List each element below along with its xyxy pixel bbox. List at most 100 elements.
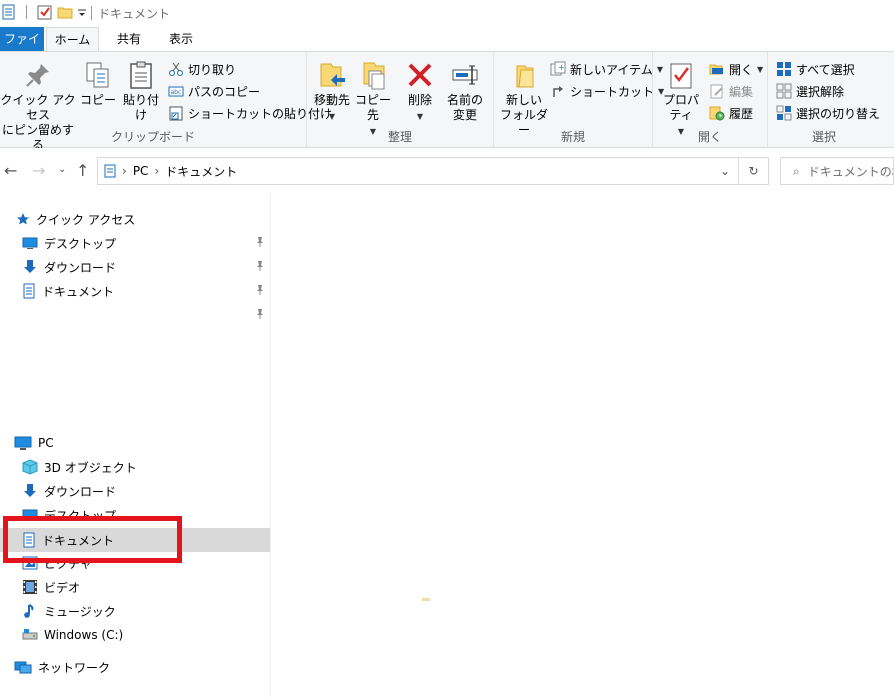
move-to-button[interactable]: 移動先 ▼: [312, 60, 352, 124]
move-to-dropdown-icon: ▼: [328, 112, 336, 121]
tab-file[interactable]: ファイル: [0, 27, 44, 71]
select-all-button[interactable]: すべて選択: [776, 59, 855, 79]
forward-arrow-icon[interactable]: →: [32, 161, 45, 180]
stray-mark: [422, 598, 430, 601]
nav-pc-label: PC: [38, 436, 54, 450]
new-folder-icon[interactable]: [57, 4, 73, 20]
select-group-label: 選択: [811, 130, 836, 144]
navigation-pane: クイック アクセス デスクトップ ダウンロード ドキュメント PC 3D オブジ…: [0, 194, 271, 697]
nav-quick-downloads[interactable]: ダウンロード: [0, 255, 270, 279]
document-app-icon: [2, 4, 15, 20]
nav-quick-documents[interactable]: ドキュメント: [0, 279, 270, 303]
history-icon: [709, 106, 725, 121]
breadcrumb-separator-icon: ›: [122, 164, 127, 178]
copy-path-button[interactable]: abc パスのコピー: [168, 81, 260, 101]
nav-network[interactable]: ネットワーク: [0, 655, 270, 679]
highlight-annotation: [3, 516, 182, 563]
invert-selection-button[interactable]: 選択の切り替え: [776, 103, 880, 123]
move-to-icon: [320, 63, 345, 87]
pin-icon: [26, 64, 49, 87]
refresh-button[interactable]: ↻: [739, 157, 769, 185]
rename-button[interactable]: 名前の 変更: [443, 60, 487, 123]
up-arrow-icon[interactable]: ↑: [76, 161, 89, 180]
nav-pc-3d-objects[interactable]: 3D オブジェクト: [0, 455, 270, 479]
qat-dropdown-icon[interactable]: [77, 4, 87, 20]
shortcut-button[interactable]: ショートカット ▼: [550, 81, 664, 101]
document-icon: [23, 283, 35, 299]
history-button[interactable]: 履歴: [709, 103, 753, 123]
properties-label: プロパティ: [662, 93, 699, 122]
cut-button[interactable]: 切り取り: [168, 59, 236, 79]
pin-icon[interactable]: [255, 308, 265, 320]
pin-icon[interactable]: [255, 260, 265, 272]
organize-group: 移動先 ▼ コピー先 ▼ 削除 ▼ 名前の 変更 整理: [307, 52, 494, 148]
breadcrumb-documents[interactable]: ドキュメント: [165, 163, 237, 180]
open-label: 開く: [729, 62, 754, 77]
pin-icon[interactable]: [255, 284, 265, 296]
breadcrumb-pc[interactable]: PC: [133, 164, 149, 178]
open-group: プロパティ ▼ 開く ▼ 編集 履歴 開く: [653, 52, 768, 148]
new-group: 新しい フォルダー + 新しいアイテム ▼ ショートカット ▼ 新規: [494, 52, 664, 148]
copy-to-icon: [363, 62, 385, 90]
tab-share[interactable]: 共有: [107, 27, 151, 52]
nav-pc-videos[interactable]: ビデオ: [0, 575, 270, 599]
clipboard-group-label: クリップボード: [110, 130, 195, 144]
properties-check-icon[interactable]: [37, 4, 53, 20]
tab-view[interactable]: 表示: [159, 27, 203, 52]
music-note-icon: [24, 604, 34, 618]
nav-quick-desktop[interactable]: デスクトップ: [0, 231, 270, 255]
open-button[interactable]: 開く ▼: [709, 59, 763, 79]
nav-quick-desktop-label: デスクトップ: [44, 236, 117, 251]
nav-pc-downloads[interactable]: ダウンロード: [0, 479, 270, 503]
star-icon: [17, 213, 29, 225]
paste-icon: [130, 61, 152, 89]
invert-selection-label: 選択の切り替え: [796, 106, 881, 121]
edit-button[interactable]: 編集: [709, 81, 753, 101]
nav-quick-downloads-label: ダウンロード: [44, 260, 117, 275]
new-item-button[interactable]: + 新しいアイテム ▼: [550, 59, 663, 79]
select-all-label: すべて選択: [796, 62, 855, 77]
refresh-icon: ↻: [748, 164, 759, 178]
new-folder-button[interactable]: 新しい フォルダー: [498, 60, 550, 138]
nav-quick-access-label: クイック アクセス: [36, 212, 136, 227]
open-folder-icon: [709, 64, 723, 75]
paste-label: 貼り付け: [122, 93, 159, 122]
copy-button[interactable]: コピー: [80, 60, 116, 108]
tab-home[interactable]: ホーム: [46, 27, 99, 52]
nav-quick-blank[interactable]: [0, 303, 270, 327]
edit-label: 編集: [729, 84, 754, 99]
properties-icon: [670, 63, 692, 89]
search-input[interactable]: ⌕ ドキュメントの検: [780, 157, 894, 185]
back-arrow-icon[interactable]: ←: [4, 161, 17, 180]
address-bar[interactable]: › PC › ドキュメント ⌄: [97, 157, 739, 185]
delete-button[interactable]: 削除 ▼: [405, 60, 435, 124]
recent-locations-chevron-icon[interactable]: ⌄: [58, 164, 66, 175]
open-group-label: 開く: [697, 130, 722, 144]
copy-path-label: パスのコピー: [188, 84, 261, 99]
address-dropdown-icon[interactable]: ⌄: [720, 164, 730, 178]
select-none-button[interactable]: 選択解除: [776, 81, 844, 101]
pin-icon[interactable]: [255, 236, 265, 248]
select-all-icon: [777, 62, 791, 76]
nav-pc-windows-drive[interactable]: Windows (C:): [0, 623, 270, 647]
nav-pc[interactable]: PC: [0, 431, 270, 455]
nav-pc-3d-objects-label: 3D オブジェクト: [44, 460, 137, 475]
quick-access-toolbar: [2, 4, 87, 20]
rename-label: 名前の 変更: [446, 93, 483, 122]
paste-button[interactable]: 貼り付け: [119, 60, 163, 123]
folder-icon: [516, 65, 534, 88]
file-list-area[interactable]: [272, 194, 894, 697]
clipboard-group: クイック アクセス にピン留めする コピー 貼り付け 切り取り abc パスのコ…: [0, 52, 332, 152]
video-film-icon: [23, 580, 37, 594]
cut-label: 切り取り: [188, 62, 237, 77]
nav-quick-access[interactable]: クイック アクセス: [0, 207, 270, 231]
rename-icon: [452, 65, 478, 85]
network-icon: [14, 661, 32, 674]
computer-icon: [14, 436, 32, 450]
nav-pc-music[interactable]: ミュージック: [0, 599, 270, 623]
desktop-icon: [22, 237, 38, 249]
nav-quick-documents-label: ドキュメント: [42, 284, 115, 299]
window-title: ドキュメント: [98, 7, 171, 21]
svg-text:abc: abc: [171, 89, 182, 96]
cube-3d-icon: [22, 459, 38, 475]
